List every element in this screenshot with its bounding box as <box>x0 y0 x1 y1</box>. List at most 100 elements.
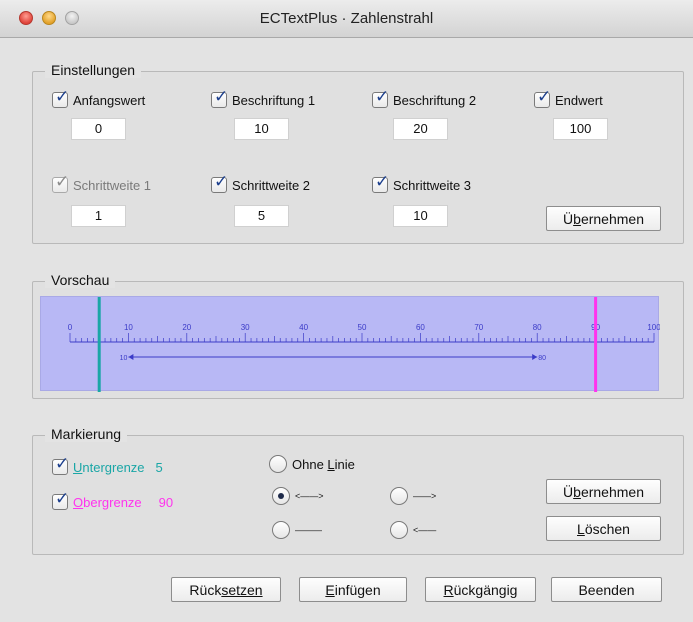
quit-button[interactable]: Beenden <box>551 577 662 602</box>
tick-label: 70 <box>474 323 483 332</box>
preview-group-title: Vorschau <box>45 272 116 288</box>
radio-label: Ohne Linie <box>292 457 355 472</box>
label-part: inie <box>334 456 355 472</box>
tick-label: 50 <box>358 323 367 332</box>
marking-apply-button[interactable]: Üb ernehmen <box>546 479 661 504</box>
radio-label: ——> <box>413 491 437 501</box>
button-mnemonic: E <box>325 581 335 598</box>
checkbox-beschriftung-1[interactable]: ✓ Beschriftung 1 <box>211 88 316 108</box>
obergrenze-value: 90 <box>158 494 174 510</box>
checkbox-box[interactable]: ✓ <box>372 173 389 193</box>
range-arrow-right <box>532 354 538 360</box>
checkmark-icon: ✓ <box>537 87 552 106</box>
obergrenze-label: Obergrenze <box>73 495 142 510</box>
delete-button[interactable]: Löschen <box>546 516 661 541</box>
tick-label: 60 <box>416 323 425 332</box>
radio-circle[interactable] <box>390 521 408 539</box>
checkbox-schrittweite-3[interactable]: ✓ Schrittweite 3 <box>372 173 472 193</box>
button-mnemonic: R <box>443 581 454 598</box>
checkbox-label: Schrittweite 1 <box>73 177 152 193</box>
title-bar[interactable]: ECTextPlus · Zahlenstrahl <box>0 0 693 38</box>
checkbox-box[interactable]: ✓ <box>52 455 69 475</box>
marking-group-title: Markierung <box>45 426 128 442</box>
window-title: ECTextPlus · Zahlenstrahl <box>259 10 434 27</box>
tick-label: 30 <box>241 323 250 332</box>
button-mnemonic: L <box>577 520 585 537</box>
tick-label: 40 <box>299 323 308 332</box>
radio-label: ——— <box>295 525 322 535</box>
endwert-input[interactable]: 100 <box>553 118 608 140</box>
button-label-part: infügen <box>334 581 381 598</box>
range-arrow-left <box>128 354 134 360</box>
label-mnemonic: U <box>73 459 83 475</box>
radio-line-plain[interactable]: ——— <box>272 521 322 539</box>
button-mnemonic: b <box>573 210 581 227</box>
radio-circle-selected[interactable] <box>272 487 290 505</box>
checkbox-label: Beschriftung 2 <box>393 92 477 108</box>
checkbox-box[interactable]: ✓ <box>52 490 69 510</box>
checkbox-box[interactable]: ✓ <box>52 88 69 108</box>
beschriftung-1-input[interactable]: 10 <box>234 118 289 140</box>
checkmark-icon: ✓ <box>375 172 390 191</box>
insert-button[interactable]: Einfügen <box>299 577 407 602</box>
checkbox-box[interactable]: ✓ <box>52 173 69 193</box>
checkmark-icon: ✓ <box>55 489 70 508</box>
button-mnemonic: b <box>573 483 581 500</box>
checkmark-icon: ✓ <box>55 454 70 473</box>
checkbox-label: Anfangswert <box>73 92 146 108</box>
radio-circle[interactable] <box>390 487 408 505</box>
radio-circle[interactable] <box>269 455 287 473</box>
checkbox-schrittweite-2[interactable]: ✓ Schrittweite 2 <box>211 173 311 193</box>
button-label-part: Ü <box>563 483 574 500</box>
button-label-part: ernehmen <box>580 483 644 500</box>
button-label-part: Ü <box>563 210 574 227</box>
upper-marker-line <box>594 297 598 392</box>
label-mnemonic: O <box>73 494 84 510</box>
beschriftung-2-input[interactable]: 20 <box>393 118 448 140</box>
range-end-label: 80 <box>538 355 546 362</box>
checkbox-beschriftung-2[interactable]: ✓ Beschriftung 2 <box>372 88 477 108</box>
range-start-label: 10 <box>120 355 128 362</box>
reset-button[interactable]: Rück setzen <box>171 577 281 602</box>
checkbox-endwert[interactable]: ✓ Endwert <box>534 88 603 108</box>
checkbox-box[interactable]: ✓ <box>372 88 389 108</box>
checkbox-box[interactable]: ✓ <box>211 88 228 108</box>
radio-circle[interactable] <box>272 521 290 539</box>
settings-apply-button[interactable]: Üb ernehmen <box>546 206 661 231</box>
untergrenze-value: 5 <box>155 459 163 475</box>
radio-ohne-linie[interactable]: Ohne Linie <box>269 455 355 473</box>
number-line-svg: 01020304050607080901001080 <box>68 297 661 392</box>
radio-line-left-arrow[interactable]: <—— <box>390 521 436 539</box>
button-label-part: öschen <box>584 520 630 537</box>
schrittweite-3-input[interactable]: 10 <box>393 205 448 227</box>
schrittweite-1-input[interactable]: 1 <box>71 205 126 227</box>
checkmark-icon: ✓ <box>214 87 229 106</box>
settings-group-title: Einstellungen <box>45 62 142 78</box>
tick-label: 80 <box>533 323 542 332</box>
button-mnemonic: setzen <box>221 581 263 598</box>
radio-line-both-arrows[interactable]: <——> <box>272 487 324 505</box>
checkbox-label: Beschriftung 1 <box>232 92 316 108</box>
untergrenze-label: Untergrenze <box>73 460 145 475</box>
undo-button[interactable]: Rückgängig <box>425 577 536 602</box>
checkbox-box[interactable]: ✓ <box>534 88 551 108</box>
checkbox-label: Schrittweite 2 <box>232 177 311 193</box>
app-window: ECTextPlus · Zahlenstrahl Einstellungen … <box>0 0 693 622</box>
lower-marker-line <box>97 297 101 392</box>
checkbox-obergrenze[interactable]: ✓ Obergrenze 90 <box>52 490 174 510</box>
label-part: Ohne <box>292 456 328 472</box>
checkmark-icon: ✓ <box>214 172 229 191</box>
number-line-preview: 01020304050607080901001080 <box>40 296 661 392</box>
schrittweite-2-input[interactable]: 5 <box>234 205 289 227</box>
checkbox-box[interactable]: ✓ <box>211 173 228 193</box>
radio-line-right-arrow[interactable]: ——> <box>390 487 436 505</box>
label-mnemonic: L <box>327 456 335 472</box>
tick-label: 10 <box>124 323 133 332</box>
checkbox-label: Schrittweite 3 <box>393 177 472 193</box>
checkbox-schrittweite-1[interactable]: ✓ Schrittweite 1 <box>52 173 152 193</box>
checkbox-anfangswert[interactable]: ✓ Anfangswert <box>52 88 146 108</box>
checkbox-untergrenze[interactable]: ✓ Untergrenze 5 <box>52 455 163 475</box>
anfangswert-input[interactable]: 0 <box>71 118 126 140</box>
tick-label: 20 <box>182 323 191 332</box>
radio-label: <——> <box>295 491 324 501</box>
